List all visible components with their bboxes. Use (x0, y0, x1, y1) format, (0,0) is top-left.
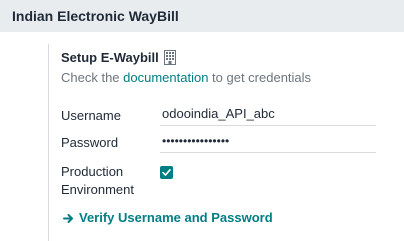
checkmark-icon (162, 169, 171, 176)
section-title: Indian Electronic WayBill (12, 8, 179, 24)
password-field[interactable]: •••••••••••••••• (160, 131, 376, 153)
production-label: Production Environment (61, 163, 134, 199)
building-icon (163, 50, 176, 65)
username-field[interactable]: odooindia_API_abc (160, 104, 376, 126)
production-label-line1: Production (61, 164, 124, 179)
description-prefix: Check the (61, 70, 124, 85)
setting-title-row: Setup E-Waybill (61, 50, 176, 65)
documentation-link[interactable]: documentation (123, 70, 208, 85)
arrow-right-icon (63, 212, 74, 223)
production-checkbox[interactable] (160, 166, 173, 179)
setting-description: Check the documentation to get credentia… (61, 70, 311, 85)
section-header: Indian Electronic WayBill (0, 0, 404, 32)
setting-title: Setup E-Waybill (61, 50, 159, 65)
description-suffix: to get credentials (208, 70, 312, 85)
username-label: Username (61, 108, 121, 123)
setting-box: Setup E-Waybill Check the documentation … (48, 44, 404, 241)
verify-credentials-button[interactable]: Verify Username and Password (63, 210, 273, 225)
password-label: Password (61, 135, 119, 150)
production-label-line2: Environment (61, 182, 134, 197)
verify-label: Verify Username and Password (79, 210, 273, 225)
